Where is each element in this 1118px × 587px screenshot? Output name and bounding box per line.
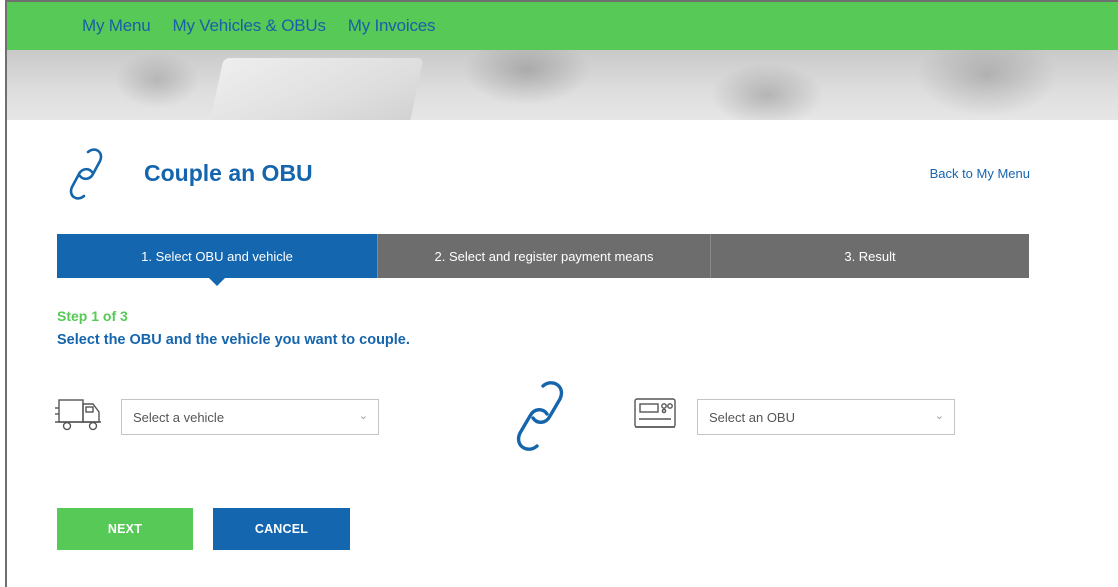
step-counter: Step 1 of 3 bbox=[57, 308, 128, 324]
cancel-button[interactable]: CANCEL bbox=[213, 508, 350, 550]
obu-select[interactable]: Select an OBU ⌄ bbox=[697, 399, 955, 435]
banner-truck-shape bbox=[210, 58, 424, 120]
header-banner-image bbox=[7, 50, 1118, 120]
vehicle-select[interactable]: Select a vehicle ⌄ bbox=[121, 399, 379, 435]
chain-link-icon bbox=[516, 381, 564, 451]
chevron-down-icon: ⌄ bbox=[358, 410, 368, 422]
obu-select-value: Select an OBU bbox=[709, 409, 795, 425]
nav-my-invoices[interactable]: My Invoices bbox=[348, 16, 436, 36]
nav-my-vehicles-obus[interactable]: My Vehicles & OBUs bbox=[173, 16, 326, 36]
step-tab-result: 3. Result bbox=[711, 234, 1029, 278]
back-to-menu-link[interactable]: Back to My Menu bbox=[930, 166, 1030, 181]
vehicle-select-value: Select a vehicle bbox=[133, 409, 225, 425]
nav-my-menu[interactable]: My Menu bbox=[82, 16, 151, 36]
top-navigation: My Menu My Vehicles & OBUs My Invoices bbox=[7, 2, 1118, 50]
chevron-down-icon: ⌄ bbox=[934, 410, 944, 422]
obu-device-icon bbox=[634, 398, 676, 428]
next-button[interactable]: NEXT bbox=[57, 508, 193, 550]
step-description: Select the OBU and the vehicle you want … bbox=[57, 332, 410, 348]
page-frame: My Menu My Vehicles & OBUs My Invoices C… bbox=[5, 0, 1118, 587]
title-row: Couple an OBU Back to My Menu bbox=[7, 122, 1118, 222]
step-tab-payment-means: 2. Select and register payment means bbox=[378, 234, 711, 278]
chain-link-icon bbox=[69, 148, 103, 200]
page-title: Couple an OBU bbox=[144, 160, 313, 186]
truck-icon bbox=[55, 399, 101, 431]
progress-steps: 1. Select OBU and vehicle 2. Select and … bbox=[57, 234, 1029, 278]
step-tab-select-obu-vehicle: 1. Select OBU and vehicle bbox=[57, 234, 378, 278]
